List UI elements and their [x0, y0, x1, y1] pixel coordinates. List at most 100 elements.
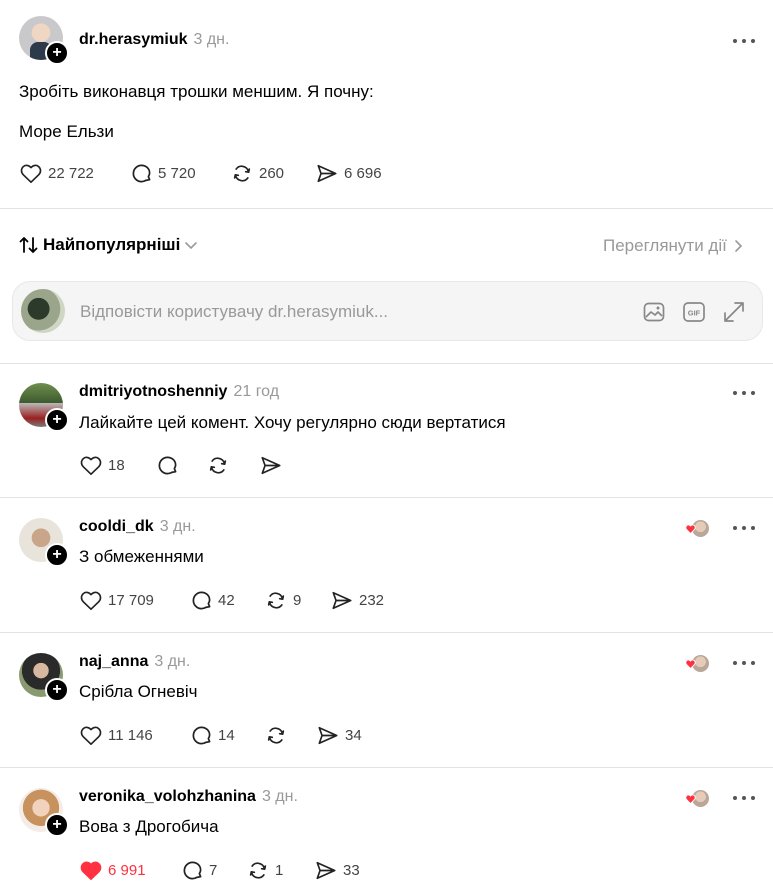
- reply-icon: [158, 456, 177, 475]
- comment-time: 3 дн.: [159, 518, 196, 535]
- more-options-icon[interactable]: [733, 521, 755, 535]
- like-button[interactable]: 11 146: [80, 725, 153, 746]
- divider: [0, 208, 773, 209]
- like-button[interactable]: 22 722: [20, 163, 94, 184]
- comment-text: Лайкайте цей комент. Хочу регулярно сюди…: [79, 413, 506, 432]
- reply-icon: [132, 164, 151, 183]
- post-text: Зробіть виконавця трошки меншим. Я почну…: [19, 82, 374, 101]
- author-liked-indicator: [685, 518, 710, 538]
- like-count: 18: [108, 457, 125, 474]
- reply-icon: [192, 591, 211, 610]
- comment-time: 21 год: [233, 383, 280, 400]
- share-button[interactable]: 6 696: [316, 163, 382, 184]
- heart-filled-icon: [685, 659, 696, 669]
- heart-icon: [80, 456, 102, 476]
- repost-button[interactable]: [265, 725, 287, 746]
- reply-input[interactable]: Відповісти користувачу dr.herasymiuk...: [80, 302, 388, 322]
- expand-icon[interactable]: [722, 300, 746, 324]
- gif-icon[interactable]: GIF: [682, 300, 706, 324]
- comment-text: Срібла Огневіч: [79, 682, 198, 701]
- repost-icon: [249, 862, 267, 879]
- reply-icon: [183, 861, 202, 880]
- author-liked-indicator: [685, 653, 710, 673]
- reply-count: 42: [218, 592, 235, 609]
- like-count: 11 146: [108, 727, 153, 744]
- heart-filled-icon: [80, 861, 102, 881]
- post-author[interactable]: dr.herasymiuk 3 дн.: [79, 31, 229, 49]
- comment-text: З обмеженнями: [79, 547, 204, 566]
- like-count: 22 722: [48, 165, 94, 182]
- comment-author-name[interactable]: naj_anna: [79, 653, 148, 670]
- repost-button[interactable]: [207, 455, 229, 476]
- reply-button[interactable]: 7: [182, 860, 217, 881]
- reply-composer[interactable]: Відповісти користувачу dr.herasymiuk... …: [12, 281, 763, 341]
- more-options-icon[interactable]: [733, 386, 755, 400]
- comment-author[interactable]: naj_anna 3 дн.: [79, 653, 190, 671]
- divider: [0, 363, 773, 364]
- send-icon: [332, 591, 352, 610]
- like-button[interactable]: 6 991: [80, 860, 146, 881]
- send-icon: [261, 456, 281, 475]
- comment-author[interactable]: cooldi_dk 3 дн.: [79, 518, 196, 536]
- post-time: 3 дн.: [193, 31, 230, 48]
- more-options-icon[interactable]: [733, 656, 755, 670]
- more-options-icon[interactable]: [733, 791, 755, 805]
- chevron-down-icon: [185, 242, 198, 250]
- comment-author[interactable]: veronika_volohzhanina 3 дн.: [79, 788, 298, 806]
- send-icon: [317, 164, 337, 183]
- heart-filled-icon: [685, 524, 696, 534]
- comment-author-name[interactable]: veronika_volohzhanina: [79, 788, 256, 805]
- share-button[interactable]: 34: [317, 725, 362, 746]
- follow-plus-icon[interactable]: +: [45, 408, 69, 432]
- repost-count: 260: [259, 165, 285, 182]
- like-button[interactable]: 17 709: [80, 590, 154, 611]
- sort-arrows-icon: [19, 237, 38, 253]
- view-activity-label: Переглянути дії: [603, 236, 727, 255]
- share-button[interactable]: 33: [315, 860, 360, 881]
- view-activity-link[interactable]: Переглянути дії: [603, 236, 743, 256]
- author-liked-indicator: [685, 788, 710, 808]
- comment-time: 3 дн.: [261, 788, 298, 805]
- comment-author-name[interactable]: cooldi_dk: [79, 518, 154, 535]
- reply-count: 5 720: [158, 165, 196, 182]
- follow-plus-icon[interactable]: +: [45, 543, 69, 567]
- current-user-avatar: [21, 289, 65, 333]
- like-count: 6 991: [108, 862, 146, 879]
- share-count: 232: [359, 592, 385, 609]
- reply-icon: [192, 726, 211, 745]
- repost-icon: [209, 457, 227, 474]
- reply-button[interactable]: 14: [191, 725, 235, 746]
- send-icon: [316, 861, 336, 880]
- share-count: 33: [343, 862, 360, 879]
- repost-icon: [267, 727, 285, 744]
- repost-button[interactable]: 1: [247, 860, 283, 881]
- reply-button[interactable]: 42: [191, 590, 235, 611]
- post-text-second-line: Море Ельзи: [19, 122, 114, 141]
- comment-author-name[interactable]: dmitriyotnoshenniy: [79, 383, 227, 400]
- heart-icon: [80, 726, 102, 746]
- heart-filled-icon: [685, 794, 696, 804]
- reply-count: 14: [218, 727, 235, 744]
- chevron-right-icon: [735, 240, 742, 252]
- sort-dropdown[interactable]: Найпопулярніші: [19, 235, 198, 255]
- share-button[interactable]: 232: [331, 590, 384, 611]
- like-button[interactable]: 18: [80, 455, 125, 476]
- follow-plus-icon[interactable]: +: [45, 813, 69, 837]
- image-icon[interactable]: [642, 300, 666, 324]
- reply-button[interactable]: 5 720: [131, 163, 196, 184]
- divider: [0, 497, 773, 498]
- heart-icon: [80, 591, 102, 611]
- more-options-icon[interactable]: [733, 34, 755, 48]
- post-author-name[interactable]: dr.herasymiuk: [79, 31, 188, 48]
- comment-author[interactable]: dmitriyotnoshenniy 21 год: [79, 383, 279, 401]
- reply-button[interactable]: [157, 455, 178, 476]
- share-button[interactable]: [260, 455, 282, 476]
- comment-text: Вова з Дрогобича: [79, 817, 219, 836]
- follow-plus-icon[interactable]: +: [45, 678, 69, 702]
- repost-button[interactable]: 260: [231, 163, 284, 184]
- repost-button[interactable]: 9: [265, 590, 301, 611]
- send-icon: [318, 726, 338, 745]
- svg-text:GIF: GIF: [688, 309, 701, 318]
- follow-plus-icon[interactable]: +: [45, 41, 69, 65]
- reply-count: 7: [209, 862, 218, 879]
